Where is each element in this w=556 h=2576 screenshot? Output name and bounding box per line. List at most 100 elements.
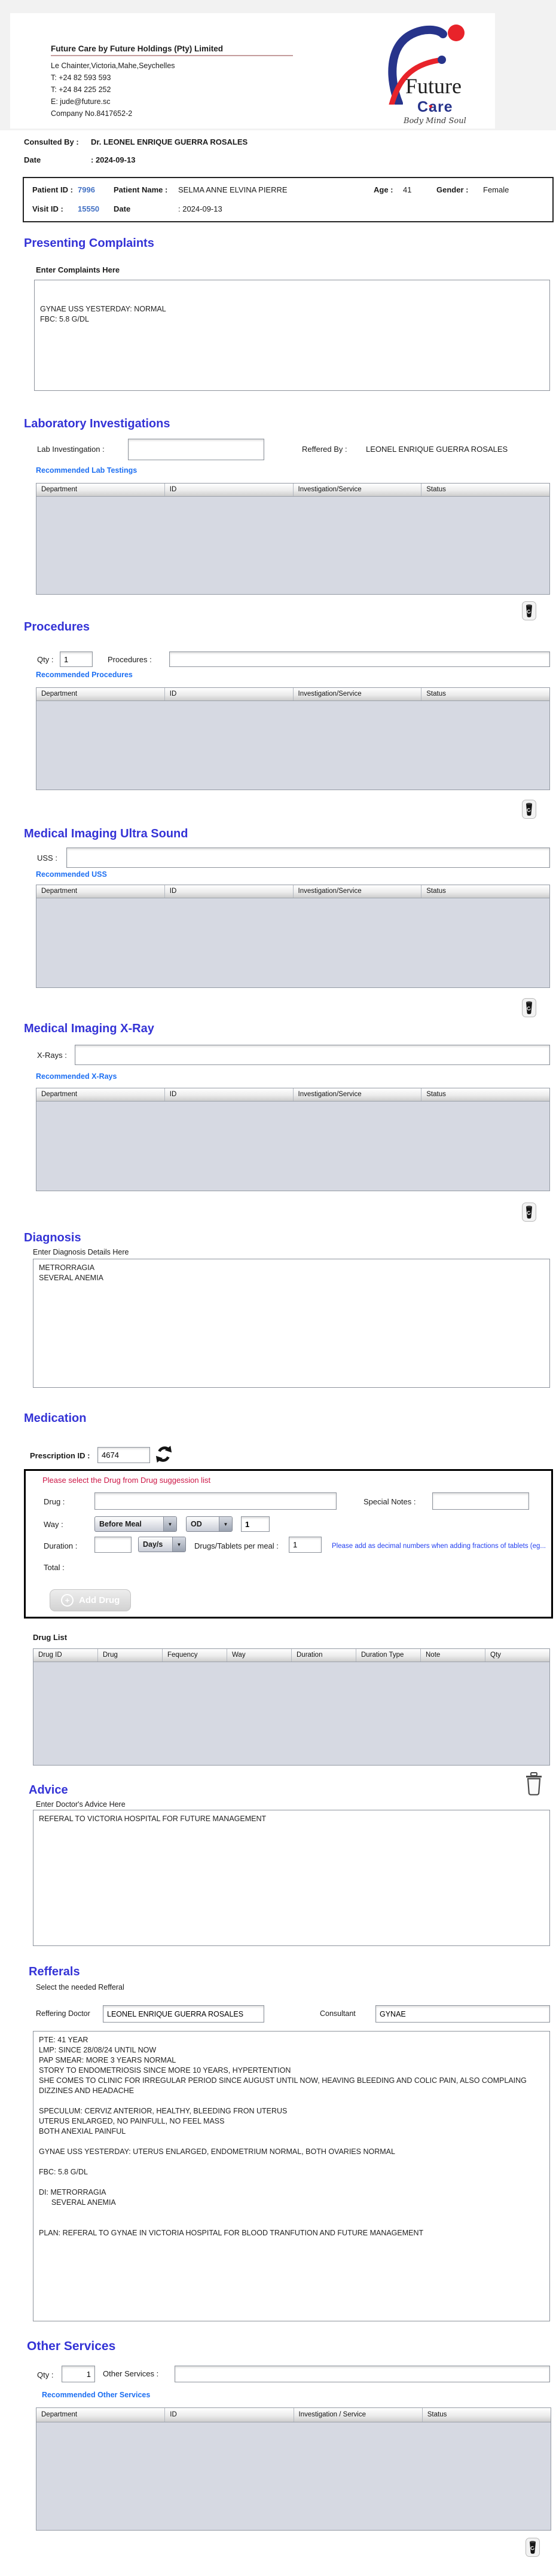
other-qty-label: Qty :: [37, 2370, 54, 2379]
diagnosis-sublabel: Enter Diagnosis Details Here: [33, 1248, 129, 1256]
visit-date-value: : 2024-09-13: [178, 204, 222, 213]
referred-by-value: LEONEL ENRIQUE GUERRA ROSALES: [366, 445, 508, 454]
recommended-lab-link: Recommended Lab Testings: [36, 466, 138, 475]
chevron-down-icon: ▼: [163, 1517, 176, 1531]
special-notes-input[interactable]: [432, 1492, 529, 1510]
prescription-id-input[interactable]: [97, 1447, 150, 1463]
section-title-procedures: Procedures: [24, 620, 90, 634]
xray-input[interactable]: [75, 1045, 550, 1065]
section-title-referrals: Refferals: [29, 1965, 80, 1978]
other-qty-input[interactable]: [62, 2366, 95, 2382]
patient-name-label: Patient Name :: [114, 185, 168, 194]
duration-unit-select[interactable]: Day/s ▼: [138, 1537, 186, 1552]
per-meal-input[interactable]: [289, 1537, 322, 1553]
procedures-qty-input[interactable]: [60, 651, 93, 667]
recommended-other-link: Recommended Other Services: [42, 2391, 151, 2399]
consulted-by-label: Consulted By :: [24, 137, 79, 146]
procedures-qty-label: Qty :: [37, 655, 54, 664]
uss-input[interactable]: [66, 848, 550, 868]
section-title-medication: Medication: [24, 1412, 87, 1425]
consultant-label: Consultant: [320, 2009, 356, 2018]
consult-date-value: : 2024-09-13: [91, 155, 136, 164]
column-header-status: Status: [427, 2411, 447, 2418]
way-label: Way :: [44, 1520, 63, 1529]
drug-list-label: Drug List: [33, 1633, 68, 1642]
frequency-select-value: OD: [191, 1520, 202, 1528]
way-qty-input[interactable]: [241, 1516, 270, 1532]
other-services-input[interactable]: [175, 2366, 550, 2382]
frequency-select[interactable]: OD ▼: [186, 1516, 233, 1532]
column-header-status: Status: [426, 1091, 446, 1098]
complaints-textarea[interactable]: GYNAE USS YESTERDAY: NORMAL FBC: 5.8 G/D…: [34, 280, 550, 391]
lab-investigation-input[interactable]: [128, 439, 264, 460]
advice-textarea[interactable]: REFERAL TO VICTORIA HOSPITAL FOR FUTURE …: [33, 1810, 550, 1946]
column-header-service: Investigation / Service: [294, 2408, 423, 2422]
meal-select[interactable]: Before Meal ▼: [94, 1516, 177, 1532]
patient-gender-label: Gender :: [436, 185, 469, 194]
section-title-advice: Advice: [29, 1783, 68, 1797]
referring-doctor-input[interactable]: [103, 2005, 264, 2023]
column-header-qty: Qty: [490, 1651, 501, 1659]
column-header-department: Department: [36, 1088, 165, 1101]
column-header-way: Way: [227, 1649, 292, 1662]
meal-select-value: Before Meal: [99, 1520, 142, 1528]
company-title: Future Care by Future Holdings (Pty) Lim…: [51, 44, 224, 53]
referrals-sublabel: Select the needed Refferal: [36, 1983, 124, 1991]
section-title-diagnosis: Diagnosis: [24, 1231, 81, 1244]
column-header-frequency: Fequency: [163, 1649, 227, 1662]
drug-input[interactable]: [94, 1492, 337, 1510]
address-company-no: Company No.8417652-2: [51, 109, 133, 118]
column-header-id: ID: [165, 688, 294, 700]
column-header-status: Status: [426, 690, 446, 697]
section-title-complaints: Presenting Complaints: [24, 237, 154, 250]
add-drug-label: Add Drug: [79, 1595, 120, 1605]
drug-suggestion-warning: Please select the Drug from Drug suggess…: [42, 1476, 211, 1485]
section-title-uss: Medical Imaging Ultra Sound: [24, 827, 188, 840]
drug-list-trash-icon[interactable]: [524, 1772, 544, 1798]
address-phone2: T: +24 84 225 252: [51, 85, 111, 94]
refresh-icon[interactable]: [154, 1445, 173, 1464]
uss-trash-icon[interactable]: [521, 998, 537, 1018]
add-drug-button[interactable]: + Add Drug: [50, 1589, 132, 1611]
column-header-service: Investigation/Service: [294, 1088, 422, 1101]
section-title-laboratory: Laboratory Investigations: [24, 417, 170, 430]
column-header-department: Department: [36, 484, 165, 496]
duration-input[interactable]: [94, 1537, 132, 1553]
xray-trash-icon[interactable]: [521, 1203, 537, 1223]
drug-list-table: Drug ID Drug Fequency Way Duration Durat…: [33, 1648, 550, 1766]
column-header-status: Status: [426, 888, 446, 895]
other-services-table: Department ID Investigation / Service St…: [36, 2407, 551, 2531]
consultant-input[interactable]: [375, 2005, 550, 2023]
duration-unit-value: Day/s: [143, 1540, 163, 1549]
table-header-row: Department ID Investigation/Service Stat…: [36, 484, 549, 497]
table-header-row: Department ID Investigation/Service Stat…: [36, 688, 549, 701]
column-header-drug-id: Drug ID: [33, 1649, 98, 1662]
column-header-id: ID: [165, 885, 294, 898]
per-meal-label: Drugs/Tablets per meal :: [194, 1541, 279, 1550]
lab-trash-icon[interactable]: [521, 601, 537, 622]
column-header-drug: Drug: [98, 1649, 163, 1662]
xray-label: X-Rays :: [37, 1051, 67, 1060]
complaints-sublabel: Enter Complaints Here: [36, 265, 120, 274]
section-title-xray: Medical Imaging X-Ray: [24, 1022, 154, 1035]
plus-icon: +: [61, 1594, 74, 1607]
table-header-row: Department ID Investigation/Service Stat…: [36, 885, 549, 898]
column-header-service: Investigation/Service: [294, 885, 422, 898]
column-header-id: ID: [165, 2408, 294, 2422]
total-label: Total :: [44, 1563, 65, 1572]
visit-id-label: Visit ID :: [32, 204, 63, 213]
recommended-procedures-link: Recommended Procedures: [36, 671, 133, 679]
diagnosis-textarea[interactable]: METRORRAGIA SEVERAL ANEMIA: [33, 1259, 550, 1388]
patient-age-value: 41: [403, 185, 412, 194]
uss-table: Department ID Investigation/Service Stat…: [36, 885, 550, 988]
procedures-input[interactable]: [169, 651, 550, 667]
column-header-service: Investigation/Service: [294, 688, 422, 700]
column-header-department: Department: [36, 2408, 166, 2422]
address-email: E: jude@future.sc: [51, 97, 111, 106]
consultation-form-page: Future Care by Future Holdings (Pty) Lim…: [0, 0, 556, 2576]
column-header-department: Department: [36, 885, 165, 898]
other-services-trash-icon[interactable]: [525, 2538, 540, 2558]
referral-textarea[interactable]: PTE: 41 YEAR LMP: SINCE 28/08/24 UNTIL N…: [33, 2031, 550, 2321]
procedures-trash-icon[interactable]: [521, 800, 537, 820]
consulted-by-value: Dr. LEONEL ENRIQUE GUERRA ROSALES: [91, 137, 248, 146]
